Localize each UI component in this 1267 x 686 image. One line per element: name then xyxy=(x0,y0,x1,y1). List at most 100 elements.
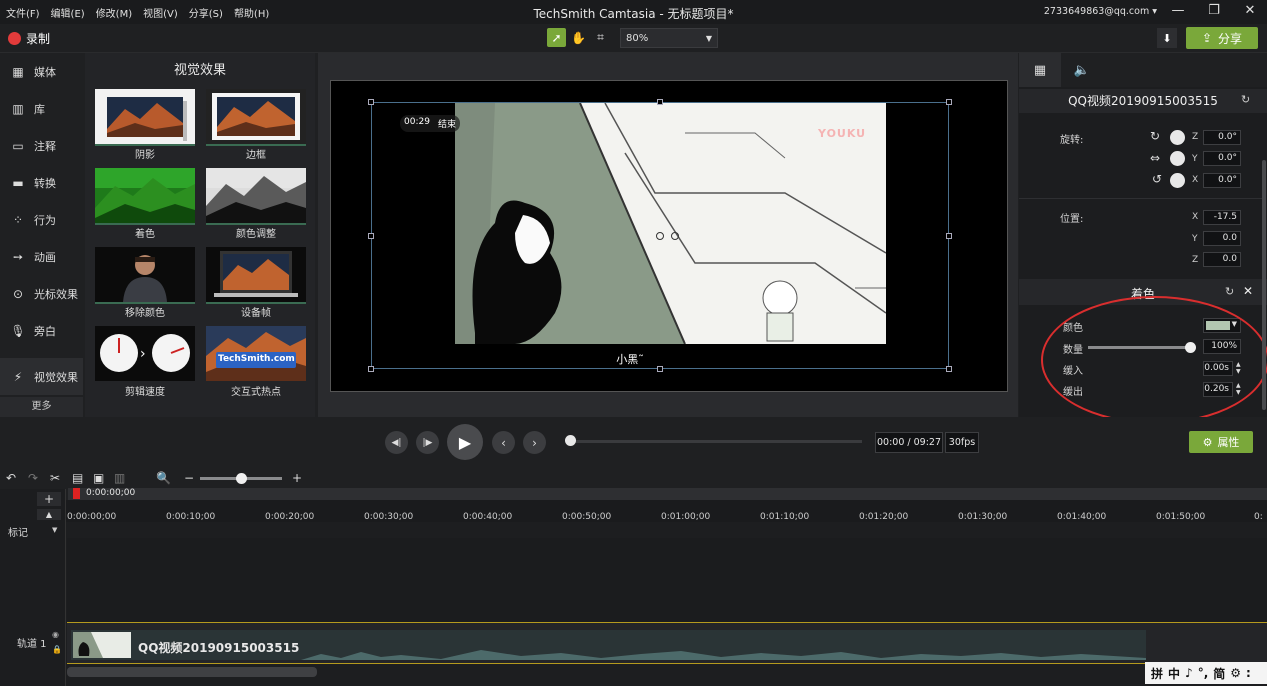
effect-tile-colorize[interactable]: 着色 xyxy=(95,168,195,242)
ime-moon-icon[interactable]: ♪ xyxy=(1185,666,1193,680)
playhead-marker[interactable] xyxy=(73,488,80,499)
more-button[interactable]: 更多 xyxy=(0,397,83,417)
step-back-icon[interactable]: ◀| xyxy=(385,431,408,454)
sidebar-item-animations[interactable]: ➙ 动画 xyxy=(0,238,83,275)
sidebar-item-media[interactable]: ▦ 媒体 xyxy=(0,53,83,90)
pan-tool-icon[interactable]: ✋ xyxy=(569,28,588,47)
resize-handle[interactable] xyxy=(946,99,952,105)
scrubber-knob[interactable] xyxy=(565,435,576,446)
resize-handle[interactable] xyxy=(368,366,374,372)
menu-modify[interactable]: 修改(M) xyxy=(96,5,132,20)
zoom-search-icon[interactable]: 🔍 xyxy=(156,471,171,485)
download-button[interactable]: ⬇ xyxy=(1157,28,1177,48)
collapse-button[interactable]: ▲ xyxy=(37,509,61,520)
properties-button[interactable]: ⚙ 属性 xyxy=(1189,431,1253,453)
sidebar-item-voice-narration[interactable]: 🎙 旁白 xyxy=(0,312,83,349)
rotation-dial-x[interactable] xyxy=(1170,173,1185,188)
rotation-dial-y[interactable] xyxy=(1170,151,1185,166)
paste-icon[interactable]: ▣ xyxy=(93,471,104,485)
next-icon[interactable]: › xyxy=(523,431,546,454)
ime-simplified[interactable]: 简 xyxy=(1213,665,1225,682)
sidebar-item-annotations[interactable]: ▭ 注释 xyxy=(0,127,83,164)
effect-tile-drop-shadow[interactable]: 阴影 xyxy=(95,89,195,163)
eye-icon[interactable]: ◉ xyxy=(52,630,59,639)
pointer-tool-icon[interactable]: ➚ xyxy=(547,28,566,47)
resize-handle[interactable] xyxy=(657,366,663,372)
tab-audio-properties[interactable]: 🔈 xyxy=(1061,53,1103,87)
timeline-scrollbar[interactable] xyxy=(67,667,317,677)
playhead-bar[interactable] xyxy=(68,488,1267,500)
empty-track-area[interactable] xyxy=(67,538,1267,622)
rotation-z-field[interactable]: 0.0° xyxy=(1203,130,1241,145)
tab-visual-properties[interactable]: ▦ xyxy=(1019,53,1061,87)
menu-help[interactable]: 帮助(H) xyxy=(234,5,269,20)
ime-settings-icon[interactable]: ⚙ xyxy=(1230,666,1241,680)
sidebar-item-library[interactable]: ▥ 库 xyxy=(0,90,83,127)
reset-icon[interactable]: ↻ xyxy=(1225,285,1234,298)
menu-edit[interactable]: 编辑(E) xyxy=(51,5,85,20)
account-menu[interactable]: 2733649863@qq.com ▾ xyxy=(1044,6,1157,17)
resize-handle[interactable] xyxy=(946,366,952,372)
menu-share[interactable]: 分享(S) xyxy=(189,5,223,20)
properties-scrollbar[interactable] xyxy=(1262,160,1266,410)
resize-handle[interactable] xyxy=(368,233,374,239)
position-z-field[interactable]: 0.0 xyxy=(1203,252,1241,267)
chevron-down-icon[interactable]: ▼ xyxy=(52,526,57,534)
chevron-up-icon: ▲ xyxy=(45,510,53,519)
slider-knob[interactable] xyxy=(236,473,247,484)
redo-icon[interactable]: ↷ xyxy=(28,471,38,485)
sidebar-item-cursor-effects[interactable]: ⊙ 光标效果 xyxy=(0,275,83,312)
effect-tile-device-frame[interactable]: 设备帧 xyxy=(206,247,306,321)
sidebar-item-visual-effects[interactable]: ⚡ 视觉效果 xyxy=(0,358,83,395)
close-icon[interactable]: ✕ xyxy=(1243,284,1253,298)
resize-handle[interactable] xyxy=(657,99,663,105)
lock-icon[interactable]: 🔒 xyxy=(52,645,62,654)
add-track-button[interactable]: + xyxy=(37,492,61,506)
minimize-icon[interactable]: — xyxy=(1171,3,1185,18)
anchor-handle[interactable] xyxy=(671,232,679,240)
cut-icon[interactable]: ✂ xyxy=(50,471,60,485)
rotate-y-icon: ⇔ xyxy=(1150,151,1161,165)
timeline-zoom-slider[interactable] xyxy=(200,473,282,484)
video-clip[interactable]: QQ视频20190915003515 xyxy=(71,630,1146,660)
zoom-out-icon[interactable]: − xyxy=(184,471,194,485)
effect-tile-border[interactable]: 边框 xyxy=(206,89,306,163)
effect-tile-remove-color[interactable]: 移除颜色 xyxy=(95,247,195,321)
record-button[interactable]: 录制 xyxy=(8,30,50,47)
ime-toolbar: 拼 中 ♪ °, 简 ⚙ : xyxy=(1145,662,1267,684)
copy-icon[interactable]: ▤ xyxy=(72,471,83,485)
restore-icon[interactable]: ❐ xyxy=(1207,3,1221,18)
effect-tile-clip-speed[interactable]: › 剪辑速度 xyxy=(95,326,195,400)
resize-handle[interactable] xyxy=(946,233,952,239)
undo-icon[interactable]: ↶ xyxy=(6,471,16,485)
ime-chinese[interactable]: 中 xyxy=(1168,665,1180,682)
resize-handle[interactable] xyxy=(368,99,374,105)
menu-view[interactable]: 视图(V) xyxy=(143,5,178,20)
sidebar-item-transitions[interactable]: ▬ 转换 xyxy=(0,164,83,201)
zoom-in-icon[interactable]: + xyxy=(292,471,302,485)
position-y-field[interactable]: 0.0 xyxy=(1203,231,1241,246)
crop-tool-icon[interactable]: ⌗ xyxy=(591,28,610,47)
share-button[interactable]: ⇪ 分享 xyxy=(1186,27,1258,49)
effect-tile-interactive-hotspot[interactable]: TechSmith.com 交互式热点 xyxy=(206,326,306,400)
reset-icon[interactable]: ↻ xyxy=(1241,93,1250,106)
effect-tile-color-adjustment[interactable]: 颜色调整 xyxy=(206,168,306,242)
rotation-handle[interactable] xyxy=(656,232,664,240)
split-icon[interactable]: ▥ xyxy=(114,471,125,485)
play-icon[interactable]: ▶ xyxy=(447,424,483,460)
rotation-y-field[interactable]: 0.0° xyxy=(1203,151,1241,166)
previous-icon[interactable]: ‹ xyxy=(492,431,515,454)
position-x-field[interactable]: -17.5 xyxy=(1203,210,1241,225)
zoom-select[interactable]: 80% ▼ xyxy=(620,28,718,48)
rotation-dial-z[interactable] xyxy=(1170,130,1185,145)
sidebar-item-behaviors[interactable]: ⁘ 行为 xyxy=(0,201,83,238)
playback-scrubber[interactable] xyxy=(565,435,862,446)
close-icon[interactable]: ✕ xyxy=(1243,3,1257,18)
ime-mode-icon[interactable]: 拼 xyxy=(1151,665,1163,682)
effect-label: 颜色调整 xyxy=(236,229,276,240)
ime-more[interactable]: : xyxy=(1246,666,1251,680)
menu-file[interactable]: 文件(F) xyxy=(6,5,40,20)
ime-punct[interactable]: °, xyxy=(1198,666,1209,680)
rotation-x-field[interactable]: 0.0° xyxy=(1203,173,1241,188)
step-forward-icon[interactable]: |▶ xyxy=(416,431,439,454)
